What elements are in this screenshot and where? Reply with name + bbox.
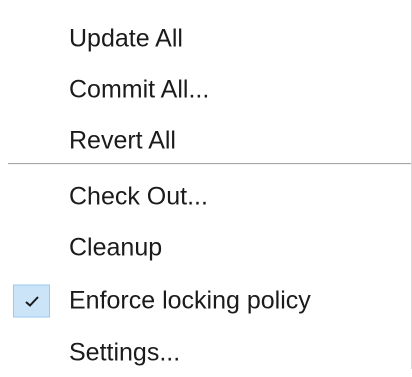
menu-item-label: Commit All... bbox=[69, 75, 210, 104]
menu-item-enforce-locking-policy[interactable]: Enforce locking policy bbox=[0, 277, 412, 325]
checkmark-icon bbox=[13, 284, 50, 318]
menu-item-label: Settings... bbox=[69, 338, 181, 367]
menu-item-settings[interactable]: Settings... bbox=[0, 329, 412, 377]
menu-item-label: Enforce locking policy bbox=[69, 286, 311, 315]
menu-item-commit-all[interactable]: Commit All... bbox=[0, 66, 412, 114]
menu-item-label: Check Out... bbox=[69, 182, 208, 211]
menu-item-label: Revert All bbox=[69, 126, 176, 155]
menu-item-update-all[interactable]: Update All bbox=[0, 15, 412, 63]
menu-item-label: Update All bbox=[69, 24, 183, 53]
menu-item-check-out[interactable]: Check Out... bbox=[0, 173, 412, 221]
menu-item-revert-all[interactable]: Revert All bbox=[0, 117, 412, 165]
menu-item-cleanup[interactable]: Cleanup bbox=[0, 224, 412, 272]
menu-separator bbox=[8, 163, 411, 165]
menu-item-label: Cleanup bbox=[69, 233, 163, 262]
context-menu: Update All Commit All... Revert All Chec… bbox=[0, 0, 412, 369]
